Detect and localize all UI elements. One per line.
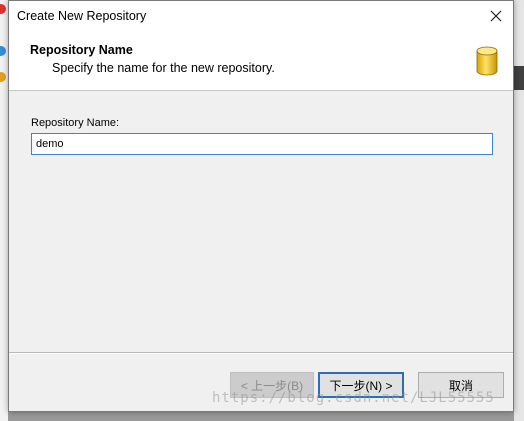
background-panel [514, 66, 524, 90]
dialog-title: Create New Repository [17, 9, 147, 23]
repository-name-input[interactable] [31, 133, 493, 155]
wizard-page-title: Repository Name [30, 43, 133, 57]
background-app-icon [0, 72, 6, 82]
background-app-icon [0, 46, 6, 56]
background-window-strip [0, 0, 8, 421]
close-icon [490, 10, 502, 22]
close-button[interactable] [485, 5, 507, 27]
create-repository-dialog: Create New Repository Repository Name Sp… [8, 0, 514, 412]
watermark-text: https://blog.csdn.net/LJL55555 [212, 390, 495, 406]
wizard-header: Repository Name Specify the name for the… [9, 31, 513, 91]
wizard-page-description: Specify the name for the new repository. [52, 61, 275, 75]
wizard-content: Repository Name: [9, 92, 513, 352]
background-window-right [514, 0, 524, 421]
button-bar-separator [9, 352, 513, 354]
database-icon [476, 46, 498, 76]
dialog-titlebar: Create New Repository [9, 1, 513, 31]
background-app-icon [0, 4, 6, 14]
repository-name-label: Repository Name: [31, 117, 120, 129]
